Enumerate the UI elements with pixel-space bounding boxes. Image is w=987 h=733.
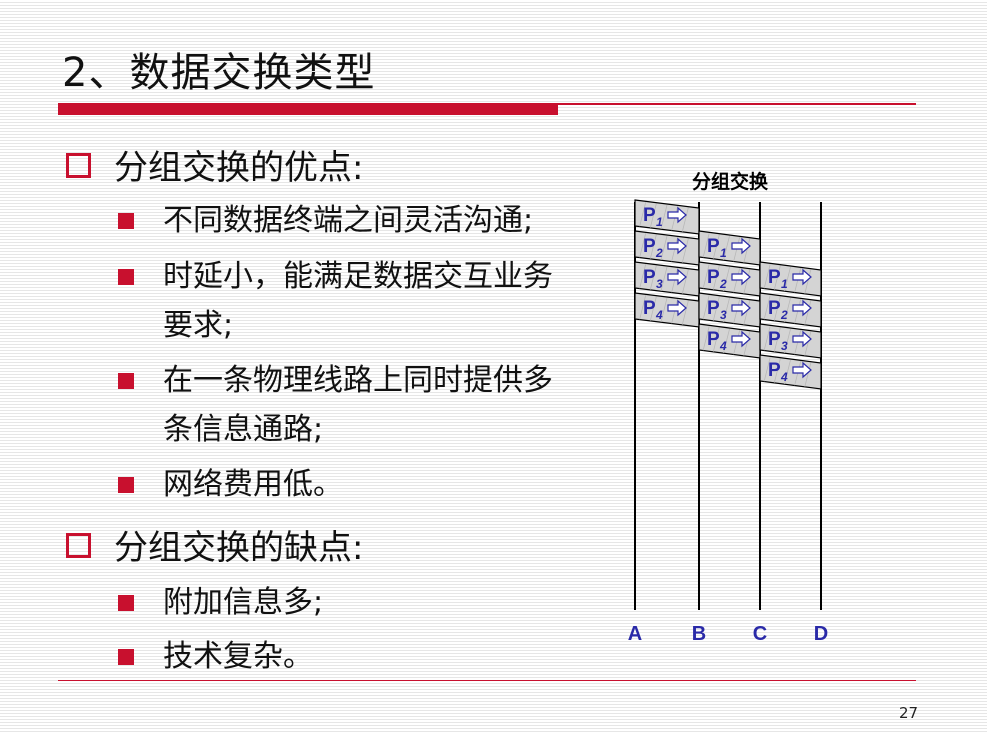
hollow-square-bullet-icon bbox=[66, 153, 91, 178]
packet-label: P bbox=[643, 236, 656, 257]
title-underline-thin bbox=[558, 103, 916, 105]
packet-subscript: 3 bbox=[720, 308, 727, 322]
packet-p1-hop-1: P1 bbox=[634, 199, 700, 235]
square-bullet-icon bbox=[118, 269, 134, 285]
packet-subscript: 1 bbox=[781, 277, 788, 291]
node-label-d: D bbox=[814, 623, 828, 645]
square-bullet-icon bbox=[118, 649, 134, 665]
packet-subscript: 4 bbox=[780, 370, 788, 384]
packet-p1-hop-2: P1 bbox=[698, 230, 761, 266]
disadvantages-heading-text: 分组交换的缺点: bbox=[114, 528, 364, 568]
packet-subscript: 3 bbox=[781, 339, 788, 353]
advantage-item-4-line-1: 网络费用低。 bbox=[163, 467, 343, 502]
packet-label: P bbox=[643, 205, 656, 226]
packet-label: P bbox=[707, 298, 720, 319]
packet-subscript: 4 bbox=[655, 308, 663, 322]
packet-subscript: 3 bbox=[656, 277, 663, 291]
disadvantage-item-1-line-1: 附加信息多; bbox=[163, 585, 324, 620]
diagram-body: A B C DP 1P 2P 3P 4P 1P 2P 3P 4P 1P 2P 3P 4 bbox=[628, 199, 828, 645]
packet-p3-hop-1: P3 bbox=[634, 261, 700, 297]
disadvantage-item-2-line-1: 技术复杂。 bbox=[163, 639, 313, 674]
node-label-c: C bbox=[753, 623, 767, 645]
packet-label: P bbox=[707, 267, 720, 288]
packet-subscript: 1 bbox=[656, 215, 663, 229]
packet-p2-hop-3: P2 bbox=[759, 292, 822, 328]
packet-p2-hop-1: P2 bbox=[634, 230, 700, 266]
packet-label: P bbox=[768, 329, 781, 350]
hollow-square-bullet-icon bbox=[66, 533, 91, 558]
packet-subscript: 2 bbox=[780, 308, 788, 322]
page-title: 2、数据交换类型 bbox=[62, 50, 376, 96]
advantage-item-1-line-1: 不同数据终端之间灵活沟通; bbox=[163, 203, 534, 238]
packet-subscript: 2 bbox=[719, 277, 727, 291]
square-bullet-icon bbox=[118, 373, 134, 389]
packet-label: P bbox=[643, 267, 656, 288]
packet-p3-hop-3: P3 bbox=[759, 323, 822, 359]
packet-p3-hop-2: P3 bbox=[698, 292, 761, 328]
packet-p4-hop-2: P4 bbox=[698, 323, 761, 359]
packet-p2-hop-2: P2 bbox=[698, 261, 761, 297]
packet-p4-hop-3: P4 bbox=[759, 354, 822, 390]
diagram-title: 分组交换 bbox=[692, 170, 769, 193]
advantage-item-3-line-2: 条信息通路; bbox=[163, 412, 324, 447]
advantages-heading-text: 分组交换的优点: bbox=[114, 148, 364, 188]
packet-p4-hop-1: P4 bbox=[634, 292, 700, 328]
packet-label: P bbox=[643, 298, 656, 319]
packet-subscript: 2 bbox=[655, 246, 663, 260]
packet-label: P bbox=[707, 236, 720, 257]
packet-p1-hop-3: P1 bbox=[759, 261, 822, 297]
advantage-item-2-line-2: 要求; bbox=[163, 308, 234, 343]
packet-label: P bbox=[768, 360, 781, 381]
advantage-item-2-line-1: 时延小，能满足数据交互业务 bbox=[163, 259, 553, 294]
packet-label: P bbox=[707, 329, 720, 350]
title-underline-thick bbox=[58, 103, 558, 115]
packet-switching-diagram: 分组交换 A B C DP 1P 2P 3P 4P 1P 2P 3P 4P 1P 2P 3P 4 bbox=[628, 170, 828, 645]
footer-divider bbox=[58, 680, 916, 681]
square-bullet-icon bbox=[118, 213, 134, 229]
page-number: 27 bbox=[899, 704, 919, 722]
node-label-b: B bbox=[692, 623, 706, 645]
advantage-item-3-line-1: 在一条物理线路上同时提供多 bbox=[163, 363, 553, 398]
packet-label: P bbox=[768, 267, 781, 288]
node-label-a: A bbox=[628, 623, 642, 645]
packet-label: P bbox=[768, 298, 781, 319]
square-bullet-icon bbox=[118, 477, 134, 493]
square-bullet-icon bbox=[118, 595, 134, 611]
packet-subscript: 1 bbox=[720, 246, 727, 260]
packet-subscript: 4 bbox=[719, 339, 727, 353]
